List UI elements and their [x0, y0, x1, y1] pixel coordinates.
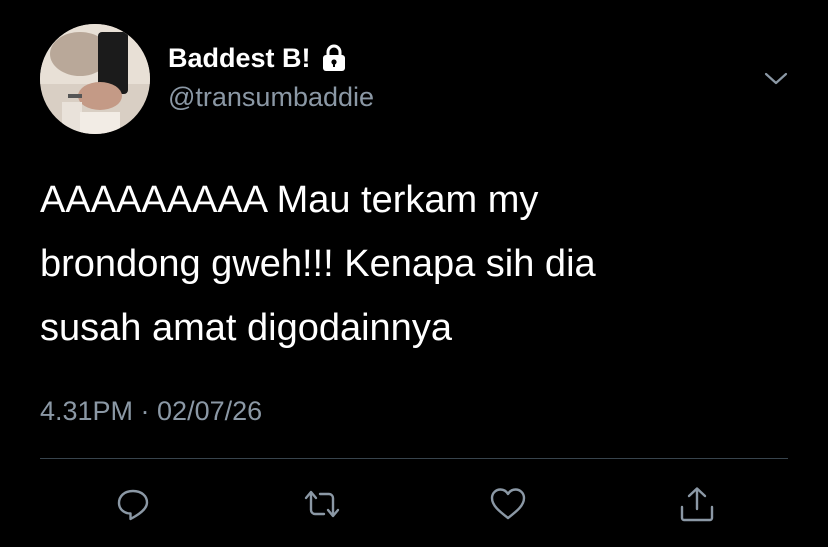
- heart-icon: [490, 488, 526, 520]
- retweet-button[interactable]: [302, 484, 342, 524]
- tweet-text: AAAAAAAAA Mau terkam my brondong gweh!!!…: [40, 168, 760, 360]
- avatar-image: [40, 24, 150, 134]
- reply-icon: [117, 489, 149, 521]
- share-icon: [680, 487, 714, 522]
- reply-button[interactable]: [113, 484, 153, 524]
- avatar[interactable]: [40, 24, 150, 134]
- tweet-text-line: AAAAAAAAA Mau terkam my: [40, 179, 539, 221]
- tweet-timestamp[interactable]: 4.31PM · 02/07/26: [40, 396, 262, 427]
- like-button[interactable]: [488, 484, 528, 524]
- share-button[interactable]: [677, 484, 717, 524]
- tweet-text-line: susah amat digodainnya: [40, 307, 452, 349]
- display-name[interactable]: Baddest B!: [168, 43, 311, 74]
- tweet-text-line: brondong gweh!!! Kenapa sih dia: [40, 243, 596, 285]
- user-name-row[interactable]: Baddest B!: [168, 40, 347, 76]
- chevron-down-icon: [764, 72, 788, 85]
- more-options-button[interactable]: [760, 64, 792, 92]
- retweet-icon: [304, 490, 340, 518]
- lock-icon: [321, 44, 347, 72]
- user-handle[interactable]: @transumbaddie: [168, 82, 374, 113]
- divider: [40, 458, 788, 459]
